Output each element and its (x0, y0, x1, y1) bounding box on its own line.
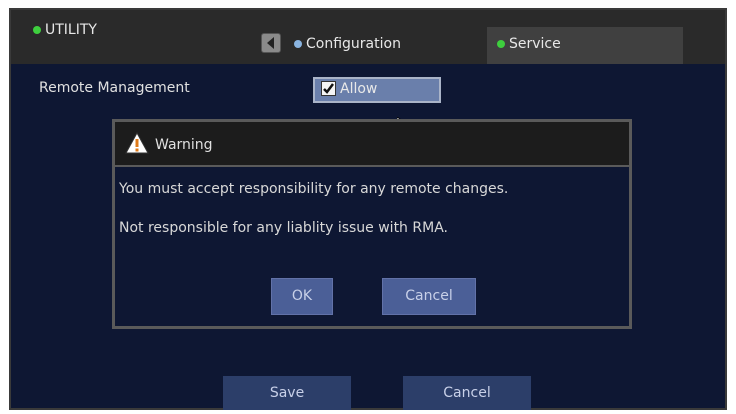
tab-service[interactable]: Service (487, 27, 683, 64)
top-bar: UTILITY Configuration Service (11, 10, 725, 64)
remote-management-label: Remote Management (39, 80, 190, 96)
warning-dialog: Warning You must accept responsibility f… (112, 119, 632, 329)
dialog-cancel-button[interactable]: Cancel (382, 278, 476, 315)
chevron-left-icon (267, 37, 274, 49)
dialog-title: Warning (155, 137, 213, 153)
dialog-message: You must accept responsibility for any r… (115, 167, 629, 235)
tab-configuration[interactable]: Configuration (284, 27, 479, 64)
cancel-button[interactable]: Cancel (403, 376, 531, 410)
allow-checkbox[interactable]: Allow (313, 77, 441, 103)
dialog-line-1: You must accept responsibility for any r… (119, 181, 509, 197)
status-dot-icon (33, 26, 41, 34)
tab-dot-icon (497, 40, 505, 48)
utility-window: UTILITY Configuration Service Remote Man… (9, 8, 727, 410)
dialog-line-2: Not responsible for any liablity issue w… (119, 220, 448, 236)
checkbox-checked-icon (321, 80, 336, 96)
dialog-header: Warning (115, 122, 629, 167)
back-button[interactable] (261, 33, 281, 53)
save-button[interactable]: Save (223, 376, 351, 410)
utility-title: UTILITY (33, 22, 97, 38)
tab-dot-icon (294, 40, 302, 48)
warning-icon (125, 132, 149, 154)
ok-button[interactable]: OK (271, 278, 333, 315)
